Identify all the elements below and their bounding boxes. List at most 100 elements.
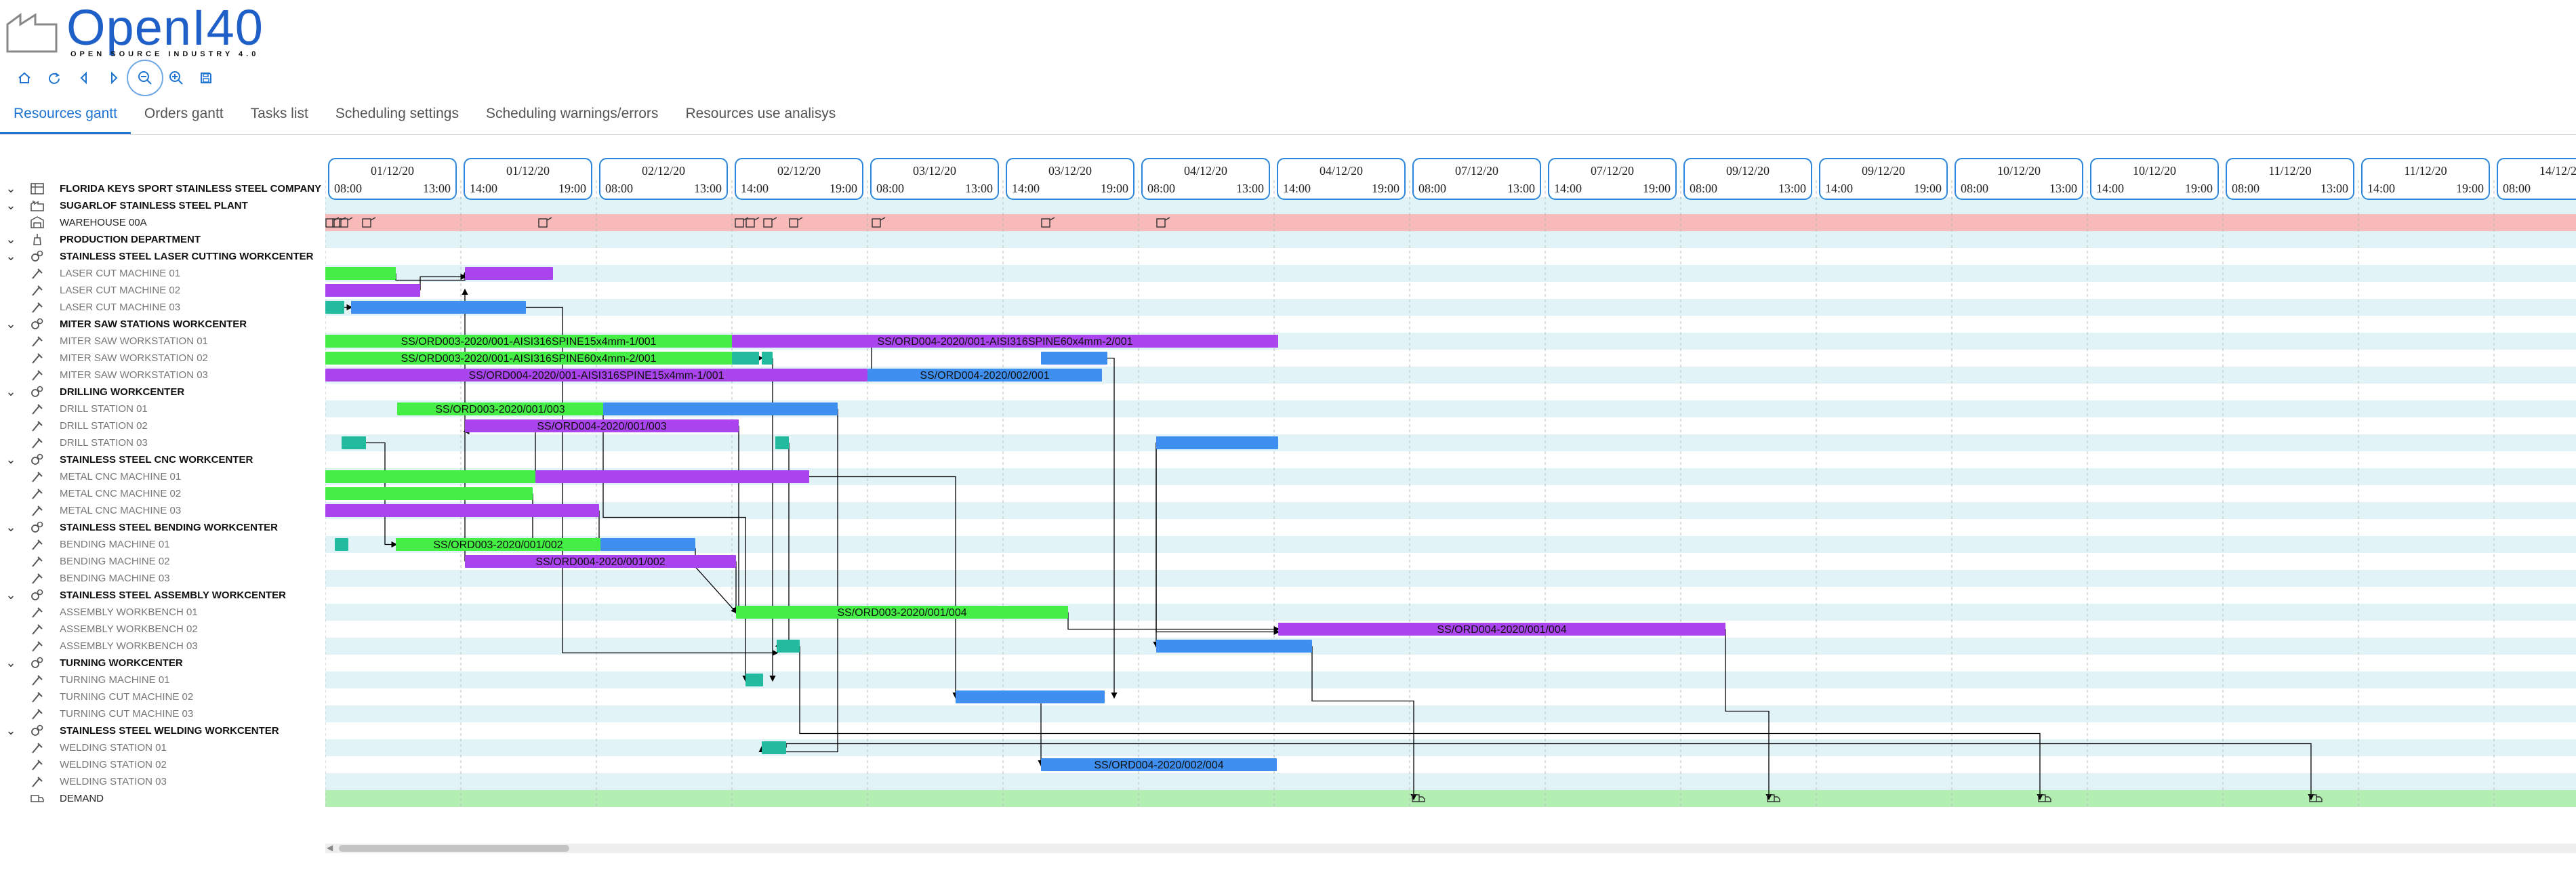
task-bar[interactable]	[325, 284, 420, 297]
tab-resources-gantt[interactable]: Resources gantt	[0, 95, 131, 134]
save-button[interactable]	[191, 66, 221, 90]
resource-row[interactable]: WELDING STATION 03	[0, 773, 325, 790]
resource-row[interactable]: MITER SAW WORKSTATION 01	[0, 333, 325, 350]
task-bar[interactable]	[1041, 352, 1107, 365]
gantt-row-background	[325, 299, 2576, 316]
resource-row[interactable]: TURNING CUT MACHINE 03	[0, 705, 325, 722]
task-bar[interactable]	[777, 640, 800, 653]
gantt-row-background	[325, 638, 2576, 655]
resource-row[interactable]: DEMAND	[0, 790, 325, 807]
zoom-in-button[interactable]	[161, 66, 191, 90]
task-bar[interactable]	[732, 352, 759, 365]
resource-row[interactable]: BENDING MACHINE 03	[0, 570, 325, 587]
resource-row[interactable]: LASER CUT MACHINE 01	[0, 265, 325, 282]
chevron-down-icon[interactable]: ⌄	[4, 588, 18, 602]
next-button[interactable]	[99, 66, 129, 90]
task-label: SS/ORD003-2020/001-AISI316SPINE15x4mm-1/…	[401, 336, 656, 348]
task-bar[interactable]	[775, 436, 789, 449]
task-label: SS/ORD004-2020/001/004	[1437, 624, 1566, 636]
timeline-end: 13:00	[2321, 182, 2348, 195]
resource-row[interactable]: ASSEMBLY WORKBENCH 03	[0, 638, 325, 655]
resource-row[interactable]: WELDING STATION 02	[0, 756, 325, 773]
timeline-date: 04/12/20	[1320, 164, 1363, 178]
resource-row[interactable]: BENDING MACHINE 02	[0, 553, 325, 570]
resource-row[interactable]: DRILL STATION 03	[0, 434, 325, 451]
task-bar[interactable]	[600, 538, 695, 551]
task-bar[interactable]	[335, 538, 348, 551]
task-bar[interactable]	[342, 436, 366, 449]
task-bar[interactable]	[762, 741, 786, 754]
task-bar[interactable]	[762, 352, 773, 365]
chevron-down-icon[interactable]: ⌄	[4, 520, 18, 535]
task-bar[interactable]	[325, 470, 535, 483]
resource-row[interactable]: ⌄ STAINLESS STEEL BENDING WORKCENTER	[0, 519, 325, 536]
task-bar[interactable]	[351, 301, 526, 314]
resource-row[interactable]: ⌄ STAINLESS STEEL WELDING WORKCENTER	[0, 722, 325, 739]
chevron-down-icon[interactable]: ⌄	[4, 453, 18, 467]
resource-row[interactable]: MITER SAW WORKSTATION 03	[0, 367, 325, 384]
resource-label: MITER SAW WORKSTATION 02	[60, 352, 208, 364]
chevron-down-icon[interactable]: ⌄	[4, 724, 18, 738]
timeline-date: 11/12/20	[2268, 164, 2311, 178]
resource-row[interactable]: DRILL STATION 01	[0, 400, 325, 417]
chevron-down-icon[interactable]: ⌄	[4, 385, 18, 399]
resource-row[interactable]: METAL CNC MACHINE 01	[0, 468, 325, 485]
chevron-down-icon[interactable]: ⌄	[4, 317, 18, 331]
chevron-down-icon[interactable]: ⌄	[4, 199, 18, 213]
horizontal-scrollbar[interactable]: ◀	[325, 843, 2576, 853]
tab-tasks-list[interactable]: Tasks list	[237, 95, 322, 134]
timeline-start: 08:00	[2232, 182, 2260, 195]
task-bar[interactable]	[603, 403, 838, 415]
scroll-left-icon[interactable]: ◀	[327, 843, 333, 852]
resource-row[interactable]: WELDING STATION 01	[0, 739, 325, 756]
resource-row[interactable]: METAL CNC MACHINE 03	[0, 502, 325, 519]
zoom-out-button[interactable]	[127, 60, 163, 96]
home-button[interactable]	[9, 66, 39, 90]
timeline-date: 03/12/20	[913, 164, 956, 178]
resource-row[interactable]: ⌄ DRILLING WORKCENTER	[0, 384, 325, 400]
refresh-button[interactable]	[39, 66, 69, 90]
chevron-down-icon[interactable]: ⌄	[4, 656, 18, 670]
chevron-down-icon[interactable]: ⌄	[4, 232, 18, 247]
resource-row[interactable]: ⌄ FLORIDA KEYS SPORT STAINLESS STEEL COMP…	[0, 180, 325, 197]
resource-row[interactable]: BENDING MACHINE 01	[0, 536, 325, 553]
wrench-icon	[30, 571, 45, 585]
resource-row[interactable]: DRILL STATION 02	[0, 417, 325, 434]
resource-row[interactable]: LASER CUT MACHINE 03	[0, 299, 325, 316]
resource-row[interactable]: ASSEMBLY WORKBENCH 02	[0, 621, 325, 638]
resource-row[interactable]: ⌄ MITER SAW STATIONS WORKCENTER	[0, 316, 325, 333]
resource-row[interactable]: METAL CNC MACHINE 02	[0, 485, 325, 502]
resource-row[interactable]: LASER CUT MACHINE 02	[0, 282, 325, 299]
resource-row[interactable]: WAREHOUSE 00A	[0, 214, 325, 231]
task-bar[interactable]	[1156, 640, 1312, 653]
scroll-thumb[interactable]	[339, 845, 569, 852]
task-bar[interactable]	[325, 487, 533, 500]
previous-button[interactable]	[69, 66, 99, 90]
resource-row[interactable]: ⌄ SUGARLOF STAINLESS STEEL PLANT	[0, 197, 325, 214]
task-bar[interactable]	[325, 301, 344, 314]
task-bar[interactable]	[1156, 436, 1278, 449]
task-bar[interactable]	[465, 267, 553, 280]
tab-scheduling-settings[interactable]: Scheduling settings	[322, 95, 472, 134]
resource-label: BENDING MACHINE 03	[60, 573, 170, 584]
task-bar[interactable]	[745, 674, 763, 686]
resource-row[interactable]: ⌄ STAINLESS STEEL LASER CUTTING WORKCENTE…	[0, 248, 325, 265]
resource-row[interactable]: ⌄ STAINLESS STEEL CNC WORKCENTER	[0, 451, 325, 468]
chevron-down-icon[interactable]: ⌄	[4, 249, 18, 264]
resource-row[interactable]: ⌄ PRODUCTION DEPARTMENT	[0, 231, 325, 248]
resource-row[interactable]: TURNING CUT MACHINE 02	[0, 688, 325, 705]
wrench-icon	[30, 673, 45, 686]
chevron-down-icon[interactable]: ⌄	[4, 182, 18, 196]
task-bar[interactable]	[325, 267, 396, 280]
task-bar[interactable]	[325, 504, 599, 517]
resource-row[interactable]: TURNING MACHINE 01	[0, 672, 325, 688]
task-bar[interactable]	[535, 470, 809, 483]
resource-row[interactable]: ⌄ TURNING WORKCENTER	[0, 655, 325, 672]
resource-row[interactable]: ⌄ STAINLESS STEEL ASSEMBLY WORKCENTER	[0, 587, 325, 604]
tab-scheduling-warnings[interactable]: Scheduling warnings/errors	[472, 95, 672, 134]
tab-orders-gantt[interactable]: Orders gantt	[131, 95, 237, 134]
tab-resources-use-analysis[interactable]: Resources use analisys	[672, 95, 849, 134]
resource-row[interactable]: MITER SAW WORKSTATION 02	[0, 350, 325, 367]
task-bar[interactable]	[956, 690, 1105, 703]
resource-row[interactable]: ASSEMBLY WORKBENCH 01	[0, 604, 325, 621]
